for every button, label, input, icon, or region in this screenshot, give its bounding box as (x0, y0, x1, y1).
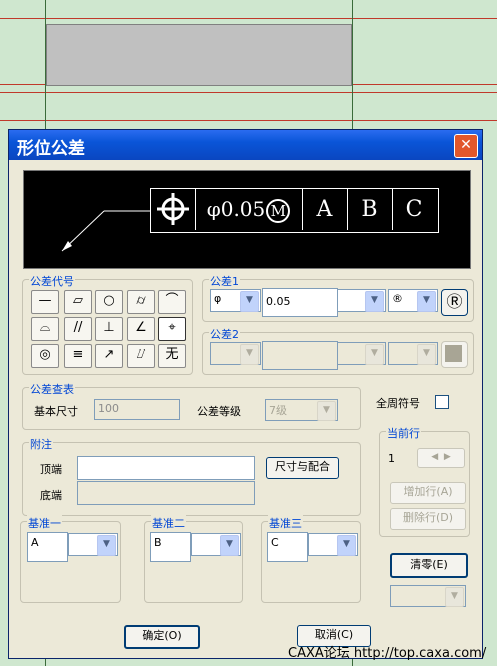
datum-cell-3: C (405, 197, 423, 222)
basic-size-label: 基本尺寸 (34, 405, 78, 418)
tolerance1-value-input[interactable]: 0.05 (262, 288, 338, 317)
tolerance-grade-label: 公差等级 (197, 405, 241, 418)
datum3-label: 基准三 (268, 515, 303, 531)
chevron-down-icon: ▼ (417, 344, 436, 365)
lookup-label: 公差查表 (29, 381, 75, 397)
chevron-down-icon: ▼ (337, 535, 356, 556)
tolerance1-material-value: ® (392, 292, 403, 305)
flatness-button[interactable]: ▱ (64, 290, 92, 314)
cylindricity-button[interactable]: ⌭ (127, 290, 155, 314)
tolerance1-label: 公差1 (209, 273, 240, 289)
add-row-button[interactable]: 增加行(A) (390, 482, 466, 504)
concentricity-button[interactable]: ◎ (31, 344, 59, 368)
dialog-title: 形位公差 (17, 139, 85, 159)
datum2-label: 基准二 (151, 515, 186, 531)
chevron-down-icon: ▼ (445, 587, 464, 607)
tolerance2-material-select[interactable]: ▼ (388, 342, 438, 365)
circular-runout-button[interactable]: ↗ (95, 344, 123, 368)
top-note-input[interactable] (77, 456, 255, 480)
datum-cell-1: A (302, 189, 348, 230)
preview-panel: φ0.05 M A B C (23, 170, 471, 269)
chevron-down-icon: ▼ (240, 291, 259, 312)
position-icon (151, 189, 196, 230)
none-button[interactable]: 无 (158, 344, 186, 368)
bottom-note-label: 底端 (40, 489, 62, 502)
current-row-label: 当前行 (386, 425, 421, 441)
datum3-select[interactable]: ▼ (308, 533, 358, 556)
basic-size-input[interactable]: 100 (94, 399, 180, 420)
bottom-note-input[interactable] (77, 481, 255, 505)
datum3-input[interactable]: C (267, 532, 308, 562)
datum2-select[interactable]: ▼ (191, 533, 241, 556)
feature-control-frame: φ0.05 M A B C (150, 188, 439, 233)
line-profile-button[interactable]: ⌒ (158, 290, 186, 314)
angularity-button[interactable]: ∠ (127, 317, 155, 341)
row-spinner[interactable]: ◀ ▶ (417, 448, 465, 468)
square-icon (445, 345, 462, 362)
position-button[interactable]: ⌖ (158, 317, 186, 341)
all-around-label: 全周符号 (376, 397, 420, 410)
note-label: 附注 (29, 436, 53, 452)
chevron-down-icon: ▼ (97, 535, 116, 556)
chevron-down-icon: ▼ (365, 344, 384, 365)
chevron-down-icon: ▼ (240, 344, 259, 365)
total-runout-button[interactable]: ⌰ (127, 344, 155, 368)
tolerance-grade-select[interactable]: 7级 ▼ (265, 399, 338, 421)
tolerance-value: φ0.05 (206, 197, 266, 221)
tolerance2-modifier-select[interactable]: ▼ (337, 342, 386, 365)
datum-cell-2: B (347, 189, 393, 230)
delete-row-button[interactable]: 删除行(D) (390, 508, 466, 530)
tolerance2-value-input[interactable] (262, 341, 338, 370)
material-symbol-button[interactable]: Ⓡ (441, 289, 468, 316)
datum1-label: 基准一 (27, 515, 62, 531)
chevron-down-icon: ▼ (220, 535, 239, 556)
modifier-circle: M (266, 198, 291, 223)
style-select[interactable]: ▼ (390, 585, 466, 607)
perpendicularity-button[interactable]: ⊥ (95, 317, 123, 341)
symbol-group-label: 公差代号 (29, 273, 75, 289)
chevron-down-icon: ▼ (417, 291, 436, 312)
tolerance2-label: 公差2 (209, 326, 240, 342)
tolerance1-modifier-select[interactable]: ▼ (337, 289, 386, 312)
surface-profile-button[interactable]: ⌓ (31, 317, 59, 341)
datum1-input[interactable]: A (27, 532, 68, 562)
size-fit-button[interactable]: 尺寸与配合 (266, 457, 339, 479)
watermark: CAXA论坛 http://top.caxa.com/ (288, 646, 487, 661)
straightness-button[interactable]: — (31, 290, 59, 314)
tolerance-grade-value: 7级 (269, 404, 287, 417)
datum1-select[interactable]: ▼ (68, 533, 118, 556)
circularity-button[interactable]: ○ (95, 290, 123, 314)
tolerance-value-cell: φ0.05 M (195, 189, 303, 230)
clear-button[interactable]: 清零(E) (390, 553, 468, 578)
selected-cell[interactable] (46, 24, 352, 86)
ok-button[interactable]: 确定(O) (124, 625, 200, 649)
chevron-left-icon[interactable]: ◀ (431, 452, 438, 462)
tolerance1-prefix-select[interactable]: φ ▼ (210, 289, 261, 312)
tolerance2-symbol-button[interactable] (441, 341, 468, 368)
parallelism-button[interactable]: // (64, 317, 92, 341)
chevron-right-icon[interactable]: ▶ (444, 452, 451, 462)
tolerance2-prefix-select[interactable]: ▼ (210, 342, 261, 365)
tolerance1-material-select[interactable]: ® ▼ (388, 289, 438, 312)
all-around-checkbox[interactable] (435, 395, 449, 409)
datum2-input[interactable]: B (150, 532, 191, 562)
tolerance-dialog: 形位公差 ✕ φ0.05 M A B C 公差代号 — ▱ ○ ⌭ ⌒ ⌓ // … (8, 129, 483, 659)
tolerance1-prefix-value: φ (214, 292, 222, 305)
chevron-down-icon: ▼ (317, 401, 336, 421)
top-note-label: 顶端 (40, 463, 62, 476)
title-bar: 形位公差 ✕ (9, 130, 482, 160)
close-button[interactable]: ✕ (454, 134, 478, 158)
chevron-down-icon: ▼ (365, 291, 384, 312)
symmetry-button[interactable]: ≡ (64, 344, 92, 368)
current-row-value: 1 (388, 452, 395, 465)
